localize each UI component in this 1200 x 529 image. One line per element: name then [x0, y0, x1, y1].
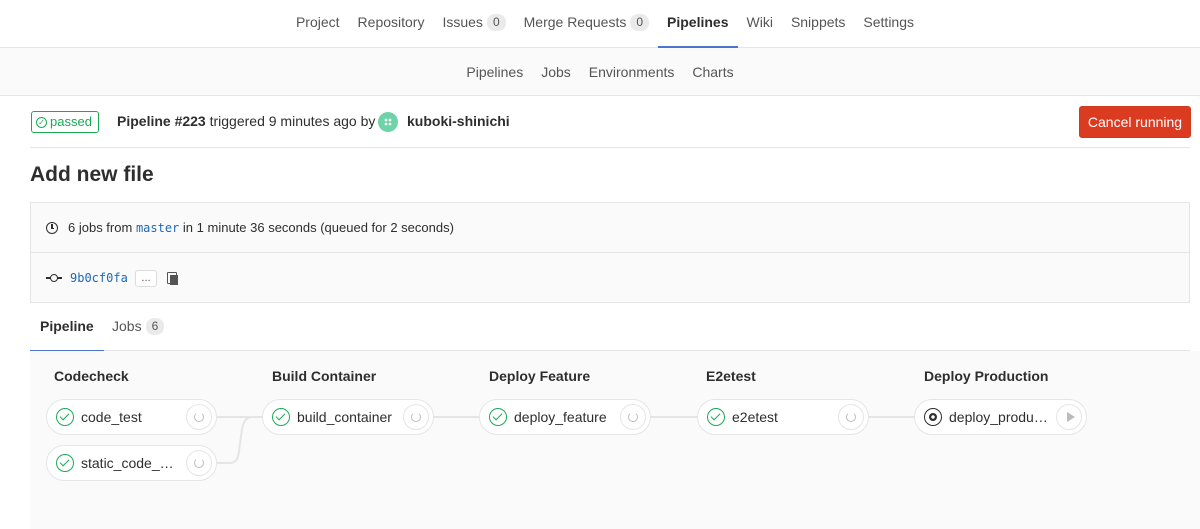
- retry-button[interactable]: [186, 404, 212, 430]
- job-name: deploy_feature: [514, 409, 607, 425]
- pipeline-graph: Codecheck code_test static_code_an... Bu…: [30, 351, 1200, 529]
- tab-jobs-label: Jobs: [112, 318, 142, 334]
- nav-item-label: Wiki: [746, 14, 773, 30]
- cancel-running-button[interactable]: Cancel running: [1079, 106, 1191, 138]
- nav-item-merge-requests[interactable]: Merge Requests 0: [515, 0, 658, 48]
- clipboard-icon[interactable]: [167, 272, 178, 285]
- success-status-icon: [707, 408, 725, 426]
- job-name: build_container: [297, 409, 392, 425]
- success-status-icon: [272, 408, 290, 426]
- top-nav: Project Repository Issues 0 Merge Request…: [0, 0, 1200, 48]
- job-build-container[interactable]: build_container: [262, 399, 434, 435]
- nav-item-issues[interactable]: Issues 0: [433, 0, 514, 48]
- nav-item-label: Repository: [357, 14, 425, 30]
- pipeline-tabs: Pipeline Jobs 6: [30, 303, 1190, 352]
- status-label: passed: [50, 114, 92, 129]
- stage-title-build-container: Build Container: [272, 368, 377, 384]
- jobs-summary: 6 jobs from master in 1 minute 36 second…: [68, 220, 454, 235]
- nav-item-settings[interactable]: Settings: [854, 0, 923, 48]
- nav-item-label: Merge Requests: [523, 14, 627, 30]
- pipeline-header: ✓ passed Pipeline #223 triggered 9 minut…: [30, 96, 1191, 148]
- success-status-icon: [56, 408, 74, 426]
- tab-pipeline[interactable]: Pipeline: [30, 303, 104, 352]
- merge-requests-count-badge: 0: [630, 14, 650, 31]
- manual-status-icon: [924, 408, 942, 426]
- pipeline-trigger-info: Pipeline #223 triggered 9 minutes ago by: [117, 113, 375, 129]
- triggered-text: triggered 9 minutes ago by: [209, 113, 376, 129]
- retry-icon: [194, 412, 204, 422]
- status-badge[interactable]: ✓ passed: [31, 111, 99, 133]
- retry-icon: [411, 412, 421, 422]
- sub-nav: Pipelines Jobs Environments Charts: [0, 48, 1200, 96]
- nav-item-wiki[interactable]: Wiki: [738, 0, 782, 48]
- success-status-icon: [489, 408, 507, 426]
- job-deploy-feature[interactable]: deploy_feature: [479, 399, 651, 435]
- jobs-count-badge: 6: [145, 318, 165, 335]
- nav-item-pipelines[interactable]: Pipelines: [658, 0, 738, 48]
- play-icon: [1067, 412, 1075, 422]
- jobs-summary-row: 6 jobs from master in 1 minute 36 second…: [31, 203, 1189, 253]
- nav-item-label: Pipelines: [667, 14, 729, 30]
- job-deploy-production[interactable]: deploy_produc...: [914, 399, 1087, 435]
- subnav-item-jobs[interactable]: Jobs: [532, 64, 580, 80]
- page-title: Add new file: [30, 163, 154, 186]
- job-name: code_test: [81, 409, 142, 425]
- commit-expand-button[interactable]: ...: [135, 270, 157, 287]
- retry-button[interactable]: [838, 404, 864, 430]
- stage-title-e2etest: E2etest: [706, 368, 756, 384]
- nav-item-repository[interactable]: Repository: [349, 0, 434, 48]
- jobs-suffix: in 1 minute 36 seconds (queued for 2 sec…: [182, 220, 454, 235]
- avatar[interactable]: [378, 112, 398, 132]
- subnav-item-pipelines[interactable]: Pipelines: [457, 64, 532, 80]
- nav-item-label: Snippets: [790, 14, 846, 30]
- pipeline-info-box: 6 jobs from master in 1 minute 36 second…: [30, 202, 1190, 303]
- stage-title-deploy-production: Deploy Production: [924, 368, 1049, 384]
- retry-icon: [846, 412, 856, 422]
- job-name: deploy_produc...: [949, 409, 1051, 425]
- branch-link[interactable]: master: [136, 221, 179, 235]
- tab-jobs[interactable]: Jobs 6: [112, 303, 165, 351]
- jobs-prefix: 6 jobs from: [68, 220, 133, 235]
- clock-icon: [46, 222, 58, 234]
- stage-title-codecheck: Codecheck: [54, 368, 129, 384]
- job-e2etest[interactable]: e2etest: [697, 399, 869, 435]
- connector-line: [217, 416, 262, 464]
- commit-icon: [46, 274, 62, 282]
- subnav-item-charts[interactable]: Charts: [683, 64, 742, 80]
- play-button[interactable]: [1056, 404, 1082, 430]
- commit-sha-link[interactable]: 9b0cf0fa: [70, 271, 128, 285]
- pipeline-id: Pipeline #223: [117, 113, 206, 129]
- subnav-item-environments[interactable]: Environments: [580, 64, 684, 80]
- job-static-code-analysis[interactable]: static_code_an...: [46, 445, 217, 481]
- check-circle-icon: ✓: [36, 116, 47, 128]
- retry-icon: [194, 458, 204, 468]
- top-nav-items: Project Repository Issues 0 Merge Request…: [0, 0, 1200, 48]
- retry-button[interactable]: [186, 450, 212, 476]
- success-status-icon: [56, 454, 74, 472]
- issues-count-badge: 0: [486, 14, 506, 31]
- nav-item-project[interactable]: Project: [287, 0, 349, 48]
- retry-button[interactable]: [403, 404, 429, 430]
- nav-item-snippets[interactable]: Snippets: [782, 0, 854, 48]
- nav-item-label: Issues: [442, 14, 483, 30]
- nav-item-label: Project: [295, 14, 340, 30]
- retry-button[interactable]: [620, 404, 646, 430]
- stage-title-deploy-feature: Deploy Feature: [489, 368, 591, 384]
- user-link[interactable]: kuboki-shinichi: [407, 113, 510, 129]
- retry-icon: [628, 412, 638, 422]
- job-name: e2etest: [732, 409, 778, 425]
- job-code-test[interactable]: code_test: [46, 399, 217, 435]
- nav-item-label: Settings: [863, 14, 915, 30]
- job-name: static_code_an...: [81, 455, 181, 471]
